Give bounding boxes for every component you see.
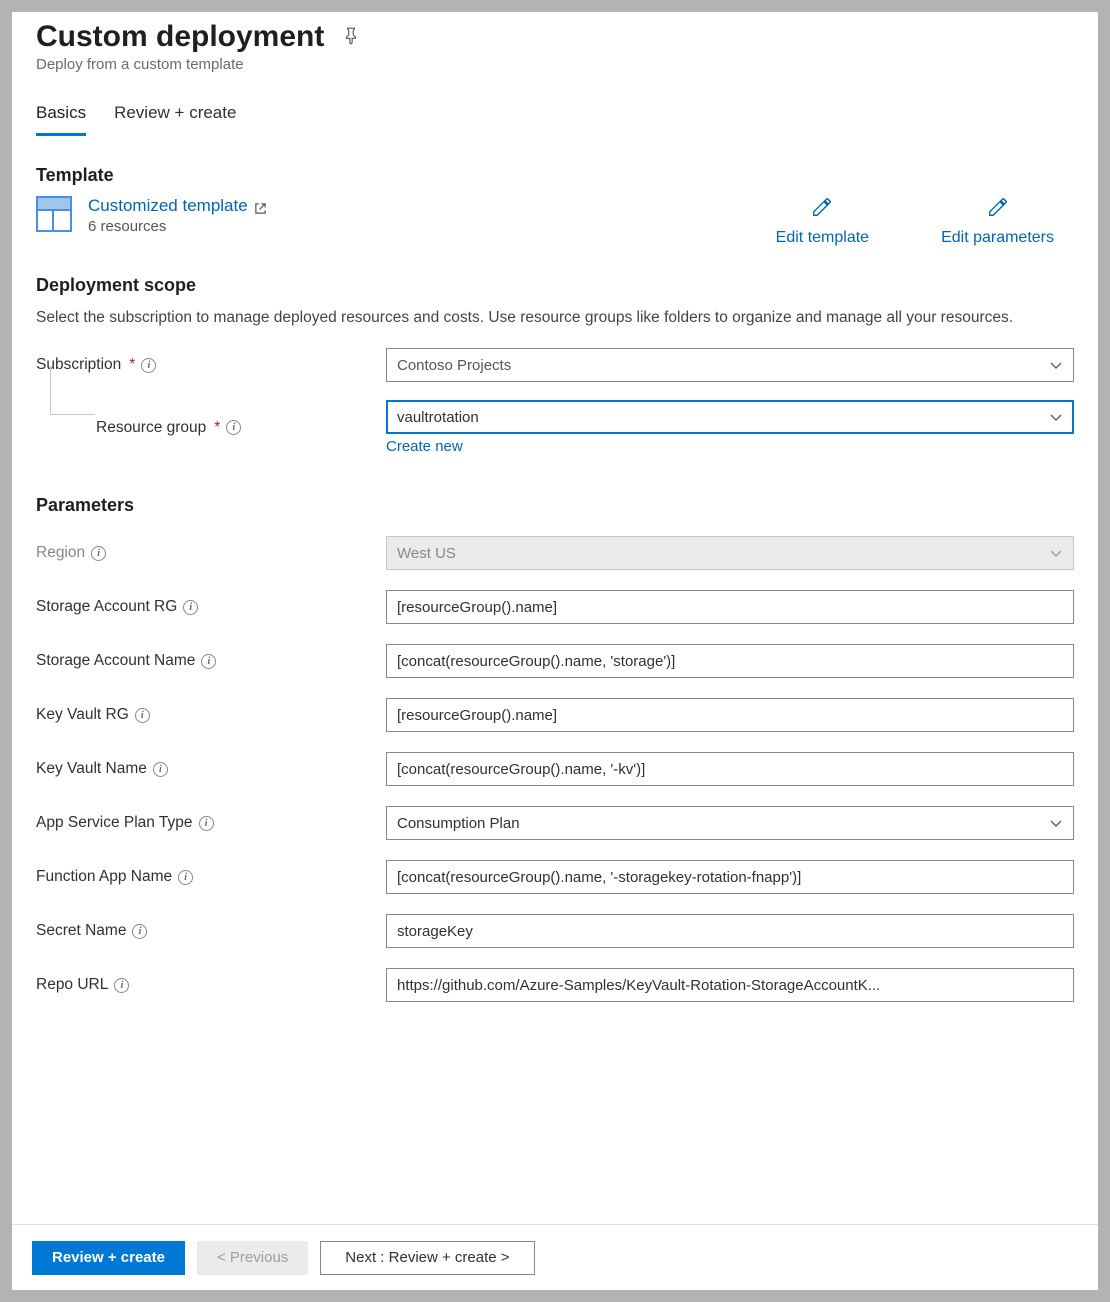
region-value: West US bbox=[397, 545, 456, 562]
edit-parameters-label: Edit parameters bbox=[941, 229, 1054, 247]
tab-review-create[interactable]: Review + create bbox=[114, 97, 236, 136]
region-label: Region i bbox=[36, 544, 386, 562]
secret-name-row: Secret Name i bbox=[36, 914, 1074, 948]
storage-account-name-input[interactable] bbox=[386, 644, 1074, 678]
info-icon[interactable]: i bbox=[132, 924, 147, 939]
tabs: Basics Review + create bbox=[36, 97, 1074, 137]
key-vault-name-input[interactable] bbox=[386, 752, 1074, 786]
info-icon[interactable]: i bbox=[91, 546, 106, 561]
repo-url-row: Repo URL i bbox=[36, 968, 1074, 1002]
region-select: West US bbox=[386, 536, 1074, 570]
function-app-name-row: Function App Name i bbox=[36, 860, 1074, 894]
custom-deployment-panel: Custom deployment Deploy from a custom t… bbox=[12, 12, 1098, 1290]
parameters-heading: Parameters bbox=[36, 495, 1074, 516]
page-subtitle: Deploy from a custom template bbox=[36, 56, 1074, 73]
subscription-select[interactable]: Contoso Projects bbox=[386, 348, 1074, 382]
footer-bar: Review + create < Previous Next : Review… bbox=[12, 1224, 1098, 1290]
resource-group-select[interactable]: vaultrotation bbox=[386, 400, 1074, 434]
info-icon[interactable]: i bbox=[114, 978, 129, 993]
key-vault-rg-label: Key Vault RG i bbox=[36, 706, 386, 724]
info-icon[interactable]: i bbox=[199, 816, 214, 831]
chevron-down-icon bbox=[1049, 410, 1063, 424]
repo-url-input[interactable] bbox=[386, 968, 1074, 1002]
previous-button: < Previous bbox=[197, 1241, 308, 1275]
info-icon[interactable]: i bbox=[153, 762, 168, 777]
info-icon[interactable]: i bbox=[178, 870, 193, 885]
secret-name-label: Secret Name i bbox=[36, 922, 386, 940]
subscription-value: Contoso Projects bbox=[397, 357, 511, 374]
function-app-name-label: Function App Name i bbox=[36, 868, 386, 886]
pencil-icon bbox=[987, 196, 1009, 223]
pin-icon[interactable] bbox=[342, 27, 360, 48]
key-vault-name-label: Key Vault Name i bbox=[36, 760, 386, 778]
storage-account-name-label: Storage Account Name i bbox=[36, 652, 386, 670]
edit-template-link[interactable]: Edit template bbox=[776, 196, 869, 247]
page-title: Custom deployment bbox=[36, 20, 324, 54]
info-icon[interactable]: i bbox=[226, 420, 241, 435]
customized-template-link[interactable]: Customized template bbox=[88, 196, 267, 216]
required-indicator: * bbox=[129, 356, 135, 374]
content-area: Custom deployment Deploy from a custom t… bbox=[12, 12, 1098, 1224]
chevron-down-icon bbox=[1049, 358, 1063, 372]
chevron-down-icon bbox=[1049, 546, 1063, 560]
app-service-plan-select[interactable]: Consumption Plan bbox=[386, 806, 1074, 840]
info-icon[interactable]: i bbox=[201, 654, 216, 669]
template-icon bbox=[36, 196, 72, 232]
title-row: Custom deployment bbox=[36, 20, 1074, 54]
tab-basics[interactable]: Basics bbox=[36, 97, 86, 136]
storage-account-name-row: Storage Account Name i bbox=[36, 644, 1074, 678]
customized-template-label: Customized template bbox=[88, 196, 248, 216]
repo-url-label: Repo URL i bbox=[36, 976, 386, 994]
key-vault-rg-row: Key Vault RG i bbox=[36, 698, 1074, 732]
chevron-down-icon bbox=[1049, 816, 1063, 830]
storage-account-rg-row: Storage Account RG i bbox=[36, 590, 1074, 624]
template-actions: Edit template Edit parameters bbox=[776, 196, 1074, 247]
template-resource-count: 6 resources bbox=[88, 218, 267, 235]
template-heading: Template bbox=[36, 165, 1074, 186]
create-new-link[interactable]: Create new bbox=[386, 438, 463, 455]
required-indicator: * bbox=[214, 419, 220, 437]
app-service-plan-row: App Service Plan Type i Consumption Plan bbox=[36, 806, 1074, 840]
key-vault-rg-input[interactable] bbox=[386, 698, 1074, 732]
storage-account-rg-label: Storage Account RG i bbox=[36, 598, 386, 616]
resource-group-row: Resource group* i vaultrotation Create n… bbox=[36, 400, 1074, 455]
info-icon[interactable]: i bbox=[135, 708, 150, 723]
app-service-plan-value: Consumption Plan bbox=[397, 815, 520, 832]
edit-template-label: Edit template bbox=[776, 229, 869, 247]
storage-account-rg-input[interactable] bbox=[386, 590, 1074, 624]
resource-group-value: vaultrotation bbox=[397, 409, 479, 426]
subscription-row: Subscription* i Contoso Projects bbox=[36, 348, 1074, 382]
template-info: Customized template 6 resources bbox=[88, 196, 267, 235]
app-service-plan-label: App Service Plan Type i bbox=[36, 814, 386, 832]
next-button[interactable]: Next : Review + create > bbox=[320, 1241, 534, 1275]
info-icon[interactable]: i bbox=[141, 358, 156, 373]
region-row: Region i West US bbox=[36, 536, 1074, 570]
info-icon[interactable]: i bbox=[183, 600, 198, 615]
function-app-name-input[interactable] bbox=[386, 860, 1074, 894]
pencil-icon bbox=[811, 196, 833, 223]
external-link-icon bbox=[254, 200, 267, 213]
parameters-form: Region i West US Storage Account RG i bbox=[36, 536, 1074, 1002]
key-vault-name-row: Key Vault Name i bbox=[36, 752, 1074, 786]
review-create-button[interactable]: Review + create bbox=[32, 1241, 185, 1275]
edit-parameters-link[interactable]: Edit parameters bbox=[941, 196, 1054, 247]
secret-name-input[interactable] bbox=[386, 914, 1074, 948]
scope-description: Select the subscription to manage deploy… bbox=[36, 306, 1074, 330]
template-row: Customized template 6 resources Edit tem… bbox=[36, 196, 1074, 247]
scope-heading: Deployment scope bbox=[36, 275, 1074, 296]
resource-group-label: Resource group* i bbox=[96, 419, 386, 437]
